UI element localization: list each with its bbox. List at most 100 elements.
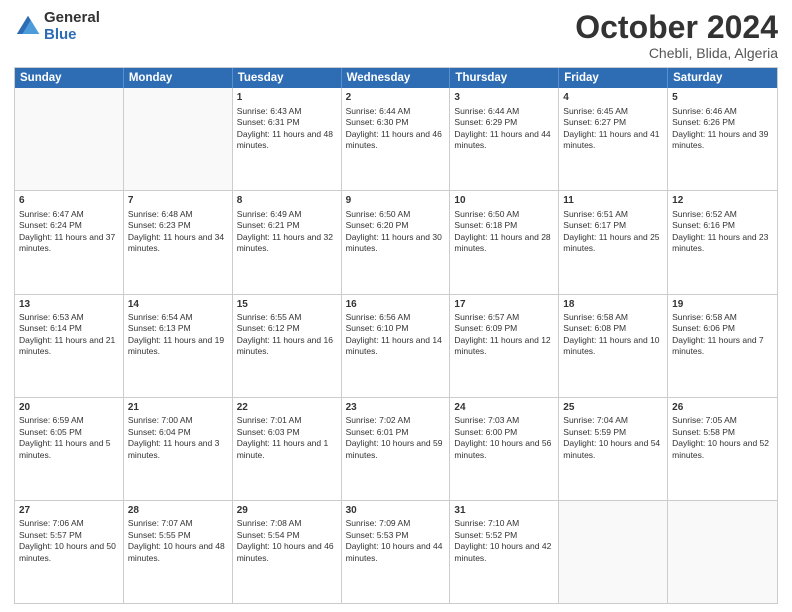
empty-cell-4-5 [559,501,668,603]
day-info-line: Sunrise: 7:06 AM [19,518,119,529]
day-info-line: Sunset: 5:58 PM [672,427,773,438]
day-info-line: Daylight: 11 hours and 3 minutes. [128,438,228,461]
day-info-line: Sunrise: 6:51 AM [563,209,663,220]
day-info-line: Daylight: 11 hours and 32 minutes. [237,232,337,255]
day-info-line: Sunrise: 6:58 AM [563,312,663,323]
day-info-line: Sunset: 6:09 PM [454,323,554,334]
day-cell-18: 18Sunrise: 6:58 AMSunset: 6:08 PMDayligh… [559,295,668,397]
day-info-line: Daylight: 11 hours and 25 minutes. [563,232,663,255]
day-info-line: Daylight: 11 hours and 12 minutes. [454,335,554,358]
day-number: 28 [128,504,228,518]
day-info-line: Sunset: 6:05 PM [19,427,119,438]
day-info-line: Sunset: 5:53 PM [346,530,446,541]
logo-general: General [44,10,100,27]
day-info-line: Sunset: 5:54 PM [237,530,337,541]
day-info-line: Sunset: 6:10 PM [346,323,446,334]
day-info-line: Sunset: 6:08 PM [563,323,663,334]
day-info-line: Daylight: 10 hours and 56 minutes. [454,438,554,461]
day-info-line: Sunrise: 6:46 AM [672,106,773,117]
weekday-header-tuesday: Tuesday [233,68,342,88]
day-number: 4 [563,91,663,105]
day-cell-22: 22Sunrise: 7:01 AMSunset: 6:03 PMDayligh… [233,398,342,500]
calendar: SundayMondayTuesdayWednesdayThursdayFrid… [14,67,778,604]
day-info-line: Daylight: 11 hours and 23 minutes. [672,232,773,255]
day-cell-25: 25Sunrise: 7:04 AMSunset: 5:59 PMDayligh… [559,398,668,500]
day-number: 10 [454,194,554,208]
logo-icon [14,13,42,41]
empty-cell-0-1 [124,88,233,190]
day-number: 30 [346,504,446,518]
day-info-line: Daylight: 11 hours and 37 minutes. [19,232,119,255]
day-cell-10: 10Sunrise: 6:50 AMSunset: 6:18 PMDayligh… [450,191,559,293]
day-info-line: Daylight: 10 hours and 54 minutes. [563,438,663,461]
weekday-header-monday: Monday [124,68,233,88]
day-number: 21 [128,401,228,415]
day-info-line: Sunset: 6:24 PM [19,220,119,231]
day-info-line: Daylight: 10 hours and 42 minutes. [454,541,554,564]
day-number: 22 [237,401,337,415]
day-info-line: Daylight: 10 hours and 52 minutes. [672,438,773,461]
weekday-header-thursday: Thursday [450,68,559,88]
day-info-line: Sunset: 5:57 PM [19,530,119,541]
day-cell-24: 24Sunrise: 7:03 AMSunset: 6:00 PMDayligh… [450,398,559,500]
day-number: 9 [346,194,446,208]
calendar-body: 1Sunrise: 6:43 AMSunset: 6:31 PMDaylight… [15,88,777,603]
day-cell-19: 19Sunrise: 6:58 AMSunset: 6:06 PMDayligh… [668,295,777,397]
day-info-line: Sunrise: 6:43 AM [237,106,337,117]
day-info-line: Daylight: 10 hours and 48 minutes. [128,541,228,564]
day-cell-3: 3Sunrise: 6:44 AMSunset: 6:29 PMDaylight… [450,88,559,190]
day-cell-31: 31Sunrise: 7:10 AMSunset: 5:52 PMDayligh… [450,501,559,603]
day-number: 3 [454,91,554,105]
day-number: 31 [454,504,554,518]
day-info-line: Sunset: 6:12 PM [237,323,337,334]
day-number: 29 [237,504,337,518]
day-number: 26 [672,401,773,415]
day-info-line: Sunrise: 6:54 AM [128,312,228,323]
day-info-line: Sunset: 6:30 PM [346,117,446,128]
day-info-line: Daylight: 11 hours and 44 minutes. [454,129,554,152]
day-info-line: Sunset: 5:52 PM [454,530,554,541]
day-cell-23: 23Sunrise: 7:02 AMSunset: 6:01 PMDayligh… [342,398,451,500]
day-number: 17 [454,298,554,312]
day-info-line: Sunset: 6:31 PM [237,117,337,128]
day-info-line: Sunrise: 6:44 AM [454,106,554,117]
day-info-line: Daylight: 11 hours and 41 minutes. [563,129,663,152]
day-cell-15: 15Sunrise: 6:55 AMSunset: 6:12 PMDayligh… [233,295,342,397]
day-number: 19 [672,298,773,312]
day-info-line: Sunset: 5:59 PM [563,427,663,438]
day-number: 2 [346,91,446,105]
day-info-line: Sunrise: 6:59 AM [19,415,119,426]
day-number: 23 [346,401,446,415]
day-info-line: Daylight: 11 hours and 30 minutes. [346,232,446,255]
day-info-line: Sunset: 6:16 PM [672,220,773,231]
day-number: 6 [19,194,119,208]
month-title: October 2024 [575,10,778,45]
day-cell-2: 2Sunrise: 6:44 AMSunset: 6:30 PMDaylight… [342,88,451,190]
day-number: 18 [563,298,663,312]
day-cell-11: 11Sunrise: 6:51 AMSunset: 6:17 PMDayligh… [559,191,668,293]
day-info-line: Sunset: 6:23 PM [128,220,228,231]
day-info-line: Sunset: 6:20 PM [346,220,446,231]
day-info-line: Sunset: 6:01 PM [346,427,446,438]
day-info-line: Daylight: 11 hours and 28 minutes. [454,232,554,255]
day-info-line: Sunrise: 6:44 AM [346,106,446,117]
day-cell-12: 12Sunrise: 6:52 AMSunset: 6:16 PMDayligh… [668,191,777,293]
day-info-line: Sunrise: 6:50 AM [346,209,446,220]
day-info-line: Daylight: 11 hours and 5 minutes. [19,438,119,461]
day-cell-1: 1Sunrise: 6:43 AMSunset: 6:31 PMDaylight… [233,88,342,190]
day-number: 15 [237,298,337,312]
day-info-line: Daylight: 11 hours and 16 minutes. [237,335,337,358]
title-area: October 2024 Chebli, Blida, Algeria [575,10,778,61]
day-number: 8 [237,194,337,208]
day-info-line: Sunrise: 6:56 AM [346,312,446,323]
day-info-line: Daylight: 11 hours and 1 minute. [237,438,337,461]
day-cell-30: 30Sunrise: 7:09 AMSunset: 5:53 PMDayligh… [342,501,451,603]
logo-blue: Blue [44,27,100,44]
day-number: 7 [128,194,228,208]
day-number: 13 [19,298,119,312]
day-cell-14: 14Sunrise: 6:54 AMSunset: 6:13 PMDayligh… [124,295,233,397]
day-cell-29: 29Sunrise: 7:08 AMSunset: 5:54 PMDayligh… [233,501,342,603]
day-cell-4: 4Sunrise: 6:45 AMSunset: 6:27 PMDaylight… [559,88,668,190]
day-info-line: Sunrise: 6:55 AM [237,312,337,323]
empty-cell-0-0 [15,88,124,190]
